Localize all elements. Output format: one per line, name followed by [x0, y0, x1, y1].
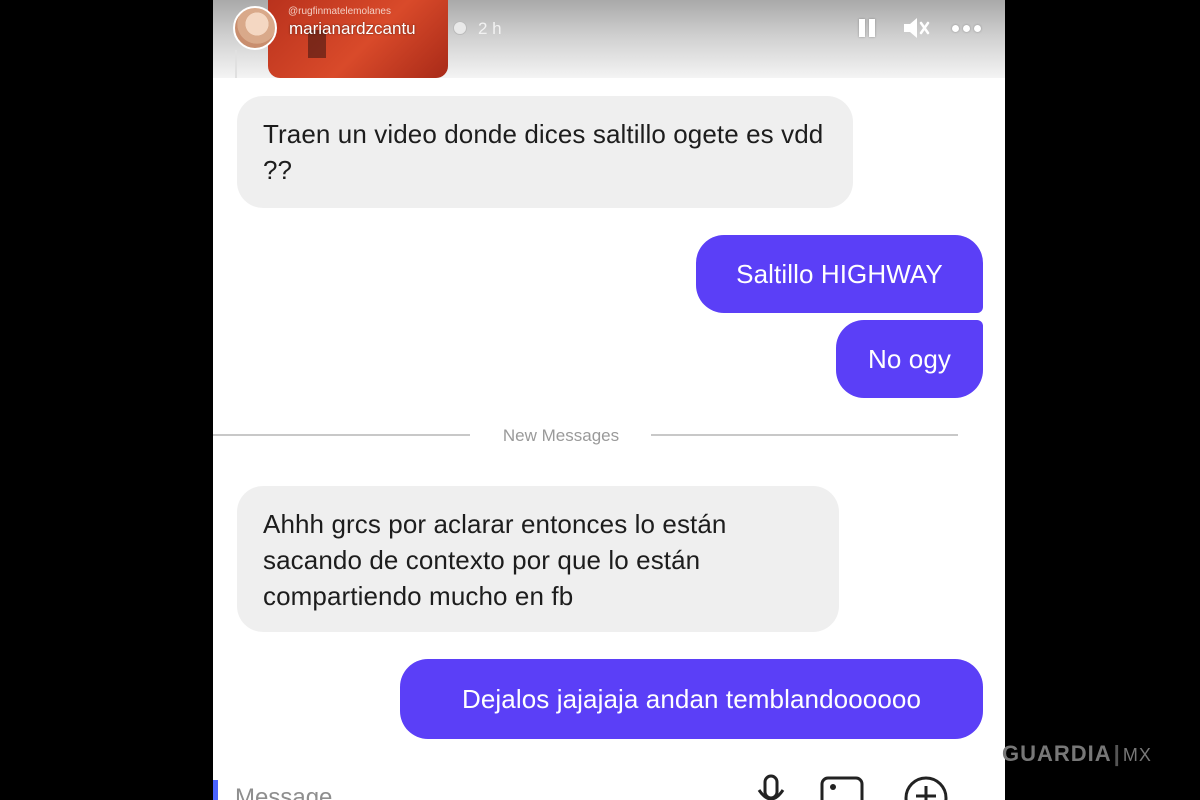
add-button[interactable]	[903, 774, 949, 800]
mute-button[interactable]	[899, 14, 933, 42]
avatar-connector-line	[235, 50, 237, 78]
more-options-button[interactable]	[946, 14, 986, 42]
composer-edge-accent	[213, 780, 218, 800]
story-reshare-thumbnail[interactable]: @rugfinmatelemolanes	[268, 0, 448, 78]
story-timestamp: 2 h	[478, 19, 502, 38]
thumbnail-caption: @rugfinmatelemolanes	[288, 6, 391, 17]
message-bubble-incoming[interactable]: Traen un video donde dices saltillo oget…	[237, 96, 853, 208]
message-bubble-outgoing[interactable]: Saltillo HIGHWAY	[696, 235, 983, 313]
gallery-icon	[820, 776, 864, 800]
story-username[interactable]: marianardzcantu	[289, 19, 416, 39]
gallery-button[interactable]	[818, 774, 866, 800]
message-bubble-outgoing[interactable]: Dejalos jajajaja andan temblandoooooo	[400, 659, 983, 739]
message-bubble-outgoing[interactable]: No ogy	[836, 320, 983, 398]
pause-button[interactable]	[853, 14, 881, 42]
new-messages-divider-line	[213, 434, 470, 436]
avatar[interactable]	[233, 6, 277, 50]
new-messages-divider-line	[651, 434, 958, 436]
story-frame: @rugfinmatelemolanes marianardzcantu 2 h…	[213, 0, 1005, 800]
watermark-brand: GUARDIA	[1002, 741, 1112, 766]
more-dots-icon	[951, 24, 959, 32]
message-bubble-incoming[interactable]: Ahhh grcs por aclarar entonces lo están …	[237, 486, 839, 632]
watermark-country: MX	[1122, 745, 1152, 765]
microphone-button[interactable]	[753, 774, 789, 800]
verified-badge-icon	[453, 21, 467, 35]
new-messages-divider-label: New Messages	[502, 426, 620, 445]
pause-icon	[859, 19, 865, 37]
speaker-icon	[904, 18, 930, 38]
microphone-icon	[757, 774, 785, 800]
message-input[interactable]: Message	[235, 784, 332, 800]
publisher-watermark: GUARDIA| MX	[1002, 741, 1152, 766]
plus-circle-icon	[904, 776, 948, 800]
